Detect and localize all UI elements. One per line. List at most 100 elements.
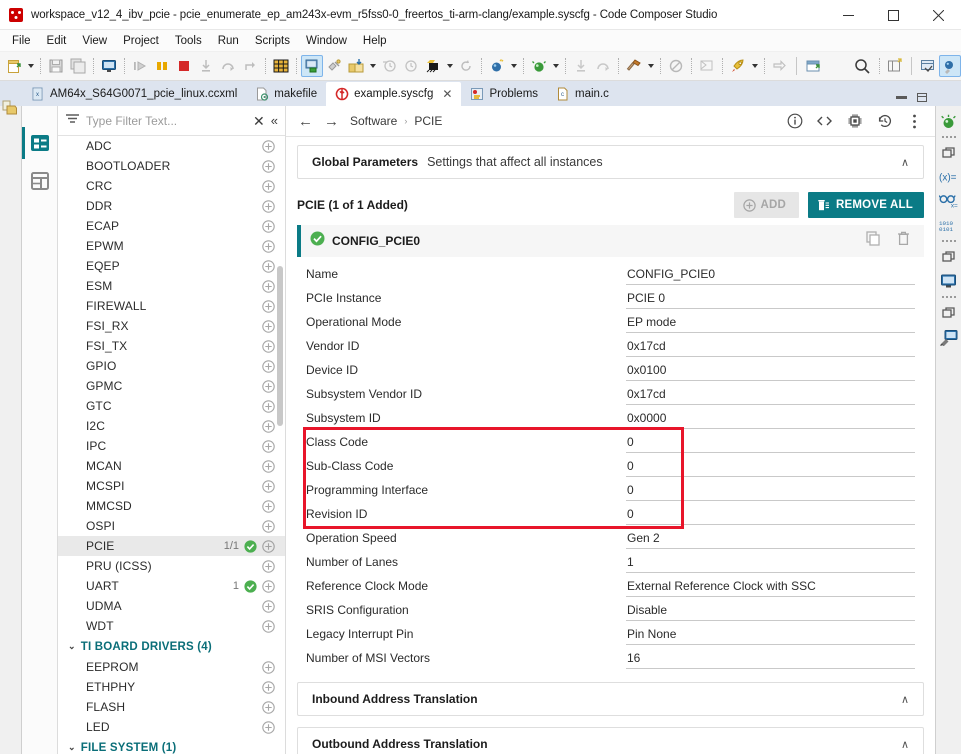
- field-value-number-of-msi-vectors[interactable]: 16: [626, 648, 915, 669]
- expressions-view-icon[interactable]: x=: [938, 191, 959, 211]
- menu-project[interactable]: Project: [115, 33, 167, 49]
- maximize-button[interactable]: [871, 0, 916, 30]
- software-view-icon[interactable]: [27, 130, 53, 156]
- module-item-flash[interactable]: FLASH: [58, 697, 285, 717]
- field-value-name[interactable]: CONFIG_PCIE0: [626, 264, 915, 285]
- module-item-ddr[interactable]: DDR: [58, 196, 285, 216]
- device-chip-icon[interactable]: [846, 113, 863, 130]
- trash-icon[interactable]: [897, 231, 910, 251]
- module-item-mcspi[interactable]: MCSPI: [58, 476, 285, 496]
- chevron-down-icon[interactable]: ⌄: [68, 641, 76, 652]
- debug-dropdown-icon[interactable]: [508, 55, 519, 77]
- variables-view-icon[interactable]: (x)=: [939, 167, 959, 187]
- save-all-icon[interactable]: [67, 55, 89, 77]
- outbound-address-translation-card[interactable]: Outbound Address Translation ∧: [297, 727, 924, 754]
- chevron-up-icon[interactable]: ∧: [901, 693, 909, 706]
- editor-restore-icon[interactable]: [916, 93, 927, 102]
- add-button[interactable]: ADD: [733, 192, 800, 218]
- module-item-crc[interactable]: CRC: [58, 176, 285, 196]
- perspective-edit-icon[interactable]: [917, 55, 939, 77]
- duplicate-icon[interactable]: [866, 231, 881, 251]
- module-item-udma[interactable]: UDMA: [58, 596, 285, 616]
- collapse-panel-icon[interactable]: «: [271, 114, 278, 127]
- module-item-i2c[interactable]: I2C: [58, 416, 285, 436]
- module-item-adc[interactable]: ADC: [58, 136, 285, 156]
- menu-help[interactable]: Help: [355, 33, 395, 49]
- debug-perspective-icon[interactable]: [939, 111, 959, 131]
- field-value-operation-speed[interactable]: Gen 2: [626, 528, 915, 549]
- load-program-icon[interactable]: [345, 55, 367, 77]
- step-into-icon[interactable]: [195, 55, 217, 77]
- module-item-led[interactable]: LED: [58, 717, 285, 737]
- module-list-scrollbar[interactable]: [277, 266, 283, 426]
- save-icon[interactable]: [45, 55, 67, 77]
- field-value-pcie-instance[interactable]: PCIE 0: [626, 288, 915, 309]
- menu-scripts[interactable]: Scripts: [247, 33, 298, 49]
- menu-tools[interactable]: Tools: [167, 33, 210, 49]
- field-value-subsystem-vendor-id[interactable]: 0x17cd: [626, 384, 915, 405]
- restore-view-icon[interactable]: [939, 143, 959, 163]
- inbound-address-translation-card[interactable]: Inbound Address Translation ∧: [297, 682, 924, 716]
- run-dropdown-icon[interactable]: [550, 55, 561, 77]
- build-dropdown-icon[interactable]: [645, 55, 656, 77]
- menu-file[interactable]: File: [4, 33, 39, 49]
- instance-header[interactable]: CONFIG_PCIE0: [297, 225, 924, 257]
- field-value-class-code[interactable]: 0: [626, 432, 915, 453]
- field-value-sub-class-code[interactable]: 0: [626, 456, 915, 477]
- tab-close-icon[interactable]: ✕: [442, 87, 452, 101]
- breadcrumb-pcie[interactable]: PCIE: [414, 114, 442, 128]
- target-connect-icon[interactable]: [939, 327, 959, 347]
- step-over-icon[interactable]: [217, 55, 239, 77]
- forward-icon[interactable]: →: [324, 114, 339, 129]
- module-item-eqep[interactable]: EQEP: [58, 256, 285, 276]
- project-explorer-icon[interactable]: [2, 100, 20, 118]
- tab-makefile[interactable]: makefile: [246, 82, 326, 106]
- module-item-ethphy[interactable]: ETHPHY: [58, 677, 285, 697]
- module-group-header[interactable]: ⌄ FILE SYSTEM (1): [58, 737, 285, 754]
- remove-all-button[interactable]: REMOVE ALL: [808, 192, 924, 218]
- target-configuration-icon[interactable]: [301, 55, 323, 77]
- menu-view[interactable]: View: [74, 33, 115, 49]
- chevron-down-icon[interactable]: ⌄: [68, 742, 76, 753]
- restore-view-3-icon[interactable]: [939, 303, 959, 323]
- module-item-firewall[interactable]: FIREWALL: [58, 296, 285, 316]
- history-icon[interactable]: [876, 113, 893, 130]
- connect-target-icon[interactable]: [323, 55, 345, 77]
- breadcrumb-software[interactable]: Software: [350, 114, 397, 128]
- module-item-ospi[interactable]: OSPI: [58, 516, 285, 536]
- launch-rocket-icon[interactable]: [727, 55, 749, 77]
- menu-run[interactable]: Run: [210, 33, 247, 49]
- module-item-gtc[interactable]: GTC: [58, 396, 285, 416]
- field-value-device-id[interactable]: 0x0100: [626, 360, 915, 381]
- field-value-revision-id[interactable]: 0: [626, 504, 915, 525]
- launch-dropdown-icon[interactable]: [749, 55, 760, 77]
- close-button[interactable]: [916, 0, 961, 30]
- tab-problems[interactable]: Problems: [461, 82, 547, 106]
- module-list-scroll[interactable]: ADC BOOTLOADER CRC DDR ECAP EPWM EQEP ESM FIREWA…: [58, 136, 285, 754]
- field-value-programming-interface[interactable]: 0: [626, 480, 915, 501]
- new-file-icon[interactable]: [3, 55, 25, 77]
- no-entry-icon[interactable]: [665, 55, 687, 77]
- clear-filter-icon[interactable]: ✕: [253, 114, 265, 128]
- module-item-gpio[interactable]: GPIO: [58, 356, 285, 376]
- perspective-ccs-debug-icon[interactable]: [939, 55, 961, 77]
- code-icon[interactable]: [816, 113, 833, 130]
- step-over-2-icon[interactable]: [592, 55, 614, 77]
- module-item-wdt[interactable]: WDT: [58, 616, 285, 636]
- search-icon[interactable]: [849, 55, 875, 77]
- module-item-gpmc[interactable]: GPMC: [58, 376, 285, 396]
- minimize-button[interactable]: [826, 0, 871, 30]
- step-return-icon[interactable]: [239, 55, 261, 77]
- filter-input[interactable]: [86, 113, 248, 128]
- module-item-mcan[interactable]: MCAN: [58, 456, 285, 476]
- load-program-dropdown-icon[interactable]: [367, 55, 378, 77]
- run-bug-green-icon[interactable]: [528, 55, 550, 77]
- module-item-pcie[interactable]: PCIE 1/1: [58, 536, 285, 556]
- module-group-header[interactable]: ⌄ TI BOARD DRIVERS (4): [58, 636, 285, 657]
- memory-browser-icon[interactable]: 1010 0101: [939, 215, 959, 235]
- module-item-uart[interactable]: UART 1: [58, 576, 285, 596]
- new-window-icon[interactable]: [802, 55, 824, 77]
- terminate-icon[interactable]: [173, 55, 195, 77]
- tab-example-syscfg[interactable]: example.syscfg ✕: [326, 82, 462, 106]
- new-perspective-icon[interactable]: [884, 55, 906, 77]
